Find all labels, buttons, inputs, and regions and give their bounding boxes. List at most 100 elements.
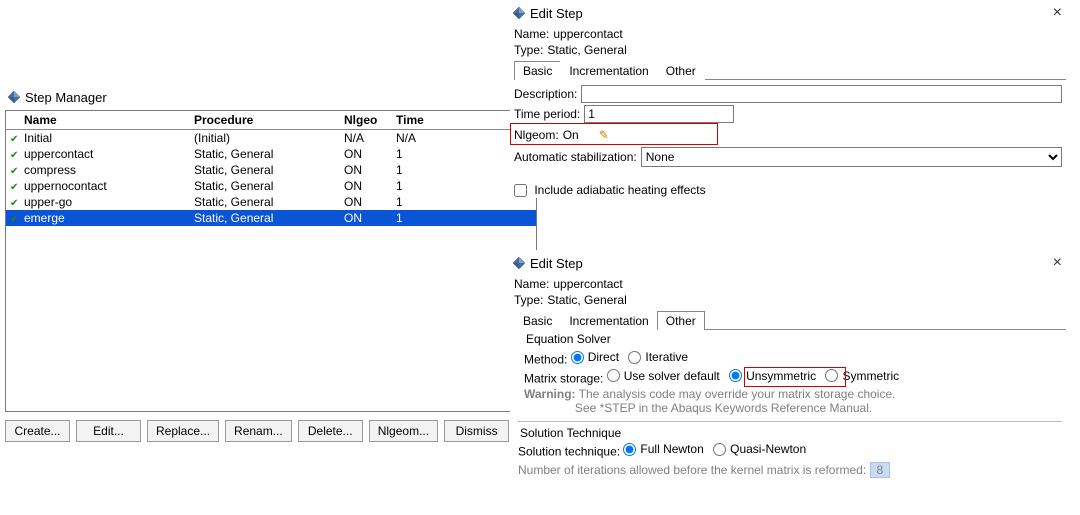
method-direct[interactable]: Direct: [571, 350, 619, 364]
auto-stabilization-select[interactable]: None: [641, 147, 1062, 167]
check-icon: ✔: [10, 198, 18, 209]
cell-name: uppercontact: [20, 146, 190, 162]
solution-technique-group: Solution Technique Solution technique: F…: [518, 426, 1062, 477]
adiabatic-checkbox-label[interactable]: Include adiabatic heating effects: [514, 183, 706, 197]
cell-nlgeom: N/A: [340, 130, 392, 146]
close-icon[interactable]: ×: [1047, 4, 1068, 22]
warning-line2: See *STEP in the Abaqus Keywords Referen…: [575, 401, 872, 415]
description-label: Description:: [514, 87, 577, 101]
name-label: Name:: [514, 277, 549, 291]
time-period-label: Time period:: [514, 107, 580, 121]
rename-button[interactable]: Renam...: [225, 420, 292, 442]
cell-procedure: Static, General: [190, 210, 340, 226]
step-manager-dialog: Step Manager × Name Procedure Nlgeo Time…: [5, 84, 537, 442]
cell-nlgeom: ON: [340, 162, 392, 178]
edit-step-tabs: Basic Incrementation Other: [514, 310, 1066, 330]
name-label: Name:: [514, 27, 549, 41]
col-name[interactable]: Name: [20, 111, 190, 130]
highlight-unsymmetric: [744, 367, 846, 387]
description-input[interactable]: [581, 85, 1062, 103]
app-icon: [512, 6, 526, 20]
table-row[interactable]: ✔upper-goStatic, GeneralON1: [6, 194, 536, 210]
step-manager-title: Step Manager: [25, 90, 107, 105]
step-table[interactable]: Name Procedure Nlgeo Time ✔Initial(Initi…: [5, 110, 537, 412]
replace-button[interactable]: Replace...: [147, 420, 219, 442]
matrix-storage-label: Matrix storage:: [524, 371, 603, 385]
table-row[interactable]: ✔emergeStatic, GeneralON1: [6, 210, 536, 226]
tab-incrementation[interactable]: Incrementation: [560, 311, 657, 330]
step-manager-titlebar: Step Manager ×: [5, 84, 537, 110]
tab-basic[interactable]: Basic: [514, 61, 561, 80]
solution-technique-label: Solution technique:: [518, 445, 620, 459]
cell-procedure: Static, General: [190, 146, 340, 162]
table-row[interactable]: ✔Initial(Initial)N/AN/A: [6, 130, 536, 146]
app-icon: [7, 90, 21, 104]
solution-technique-title: Solution Technique: [518, 426, 1062, 440]
cell-time: 1: [392, 210, 536, 226]
cell-name: compress: [20, 162, 190, 178]
tab-basic[interactable]: Basic: [514, 311, 561, 330]
soltech-full-newton[interactable]: Full Newton: [623, 442, 703, 456]
cell-name: emerge: [20, 210, 190, 226]
check-icon: ✔: [10, 166, 18, 177]
adiabatic-checkbox[interactable]: [514, 184, 527, 197]
check-icon: ✔: [10, 150, 18, 161]
create-button[interactable]: Create...: [5, 420, 70, 442]
cell-nlgeom: ON: [340, 146, 392, 162]
close-icon[interactable]: ×: [1047, 254, 1068, 272]
matrix-default[interactable]: Use solver default: [607, 369, 720, 383]
name-value: uppercontact: [553, 27, 622, 41]
cell-name: uppernocontact: [20, 178, 190, 194]
cell-procedure: Static, General: [190, 162, 340, 178]
cell-nlgeom: ON: [340, 210, 392, 226]
cell-nlgeom: ON: [340, 194, 392, 210]
col-nlgeom[interactable]: Nlgeo: [340, 111, 392, 130]
cell-procedure: (Initial): [190, 130, 340, 146]
highlight-nlgeom: [510, 123, 718, 145]
method-iterative[interactable]: Iterative: [628, 350, 688, 364]
cell-nlgeom: ON: [340, 178, 392, 194]
edit-step-tabs: Basic Incrementation Other: [514, 60, 1066, 80]
table-row[interactable]: ✔compressStatic, GeneralON1: [6, 162, 536, 178]
type-label: Type:: [514, 43, 543, 57]
step-manager-buttons: Create... Edit... Replace... Renam... De…: [5, 420, 537, 442]
edit-step-basic-dialog: Edit Step × Name: uppercontact Type: Sta…: [510, 0, 1070, 198]
check-icon: ✔: [10, 214, 18, 225]
cell-procedure: Static, General: [190, 178, 340, 194]
nlgeom-button[interactable]: Nlgeom...: [369, 420, 438, 442]
table-row[interactable]: ✔uppernocontactStatic, GeneralON1: [6, 178, 536, 194]
edit-button[interactable]: Edit...: [76, 420, 141, 442]
app-icon: [512, 256, 526, 270]
check-icon: ✔: [10, 182, 18, 193]
table-row[interactable]: ✔uppercontactStatic, GeneralON1: [6, 146, 536, 162]
tab-other[interactable]: Other: [657, 61, 705, 80]
tab-other[interactable]: Other: [657, 311, 705, 330]
method-label: Method:: [524, 353, 567, 367]
time-period-input[interactable]: [584, 105, 734, 123]
cell-procedure: Static, General: [190, 194, 340, 210]
warning-label: Warning:: [524, 387, 576, 401]
edit-step-title: Edit Step: [530, 256, 583, 271]
edit-step-basic-titlebar: Edit Step ×: [510, 0, 1070, 26]
col-procedure[interactable]: Procedure: [190, 111, 340, 130]
name-value: uppercontact: [553, 277, 622, 291]
type-value: Static, General: [547, 293, 626, 307]
kernel-iter-label: Number of iterations allowed before the …: [518, 463, 866, 477]
tab-incrementation[interactable]: Incrementation: [560, 61, 657, 80]
warning-line1: The analysis code may override your matr…: [579, 387, 896, 401]
kernel-iter-value[interactable]: 8: [870, 462, 891, 478]
equation-solver-title: Equation Solver: [524, 332, 1056, 346]
edit-step-title: Edit Step: [530, 6, 583, 21]
type-label: Type:: [514, 293, 543, 307]
dismiss-button[interactable]: Dismiss: [444, 420, 509, 442]
equation-solver-group: Equation Solver Method: Direct Iterative…: [518, 334, 1062, 422]
type-value: Static, General: [547, 43, 626, 57]
edit-step-other-dialog: Edit Step × Name: uppercontact Type: Sta…: [510, 250, 1070, 481]
cell-name: upper-go: [20, 194, 190, 210]
delete-button[interactable]: Delete...: [298, 420, 363, 442]
soltech-quasi-newton[interactable]: Quasi-Newton: [713, 442, 806, 456]
auto-stabilization-label: Automatic stabilization:: [514, 150, 637, 164]
check-icon: ✔: [10, 134, 18, 145]
edit-step-other-titlebar: Edit Step ×: [510, 250, 1070, 276]
cell-name: Initial: [20, 130, 190, 146]
